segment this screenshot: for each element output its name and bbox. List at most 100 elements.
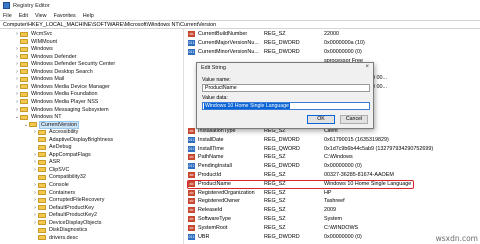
value-type: REG_SZ (264, 154, 286, 161)
menu-view[interactable]: View (35, 13, 47, 19)
folder-icon (20, 114, 28, 120)
string-value-icon: ab (188, 216, 195, 223)
value-row[interactable]: ab SystemRoot REG_SZ C:\WINDOWS (186, 224, 480, 233)
tree-item-label: Windows Defender Security Center (31, 61, 116, 68)
value-row[interactable]: 011 PendingInstall REG_DWORD 0x00000000 (0) (186, 162, 480, 171)
value-type: REG_SZ (264, 216, 286, 223)
tree-item-label: Windows Mail (31, 76, 65, 83)
folder-icon (38, 167, 46, 173)
value-data-label: Value data: (202, 95, 228, 101)
value-name: PathName (198, 154, 224, 161)
folder-icon (38, 182, 46, 188)
tree-item-label: Console (49, 182, 69, 188)
menu-edit[interactable]: Edit (19, 13, 28, 19)
tree-item-label: CorruptedFileRecovery (49, 197, 105, 204)
tree-item[interactable]: drivers.desc (32, 234, 78, 242)
value-data: 0x0000000a (10) (324, 40, 365, 47)
value-name: SystemRoot (198, 224, 228, 231)
value-name: UBR (198, 233, 210, 240)
folder-icon (38, 205, 46, 211)
tree-item-label: AeDebug (49, 144, 72, 151)
folder-icon (38, 137, 46, 143)
value-row[interactable]: ab ReleaseId REG_SZ 2009 (186, 206, 480, 215)
value-row[interactable]: 011 InstallDate REG_DWORD 0x61790015 (16353… (186, 136, 480, 145)
value-name-field[interactable]: ProductName (202, 84, 370, 92)
value-data: 0x61790015 (1635319829) (324, 136, 389, 143)
folder-icon (38, 152, 46, 158)
folder-icon (20, 76, 28, 82)
registry-app-icon (3, 2, 10, 9)
tree-item-label: DefaultProductKey (49, 204, 94, 211)
tree-item-label: DefaultProductKey2 (49, 212, 97, 219)
folder-icon (38, 144, 46, 150)
value-data-field[interactable]: Windows 10 Home Single Language (202, 102, 370, 110)
cancel-button[interactable]: Cancel (340, 115, 368, 124)
value-row[interactable]: 011 CurrentMajorVersionNu... REG_DWORD 0x00… (186, 39, 480, 48)
tree-item-label: Compatibility32 (49, 174, 86, 181)
value-name: InstallTime (198, 145, 224, 152)
string-value-icon: ab (188, 172, 195, 179)
binary-value-icon: 011 (188, 233, 195, 240)
value-data: 0x00000000 (0) (324, 233, 362, 240)
binary-value-icon: 011 (188, 48, 195, 55)
product-name-highlight-box (187, 180, 414, 189)
value-row[interactable]: ab RegisteredOwner REG_SZ Tashreef (186, 197, 480, 206)
value-type: REG_SZ (264, 224, 286, 231)
folder-icon (20, 91, 28, 97)
ok-button[interactable]: OK (307, 115, 335, 124)
value-row[interactable]: 011 CurrentMinorVersionNu... REG_DWORD 0x00… (186, 48, 480, 57)
value-row[interactable]: ab ProductId REG_SZ 00327-36285-81674-AAOEM (186, 171, 480, 180)
value-data: 0x00000000 (0) (324, 48, 362, 55)
value-type: REG_SZ (264, 172, 286, 179)
binary-value-icon: 011 (188, 136, 195, 143)
value-name: CurrentBuildNumber (198, 31, 248, 38)
value-data: System (324, 216, 342, 223)
binary-value-icon: 011 (188, 163, 195, 170)
value-row[interactable]: ab RegisteredOrganization REG_SZ HP (186, 188, 480, 197)
menu-help[interactable]: Help (83, 13, 94, 19)
value-data: HP (324, 189, 332, 196)
value-name-label: Value name: (202, 77, 231, 83)
folder-icon (20, 54, 28, 60)
menu-favorites[interactable]: Favorites (54, 13, 76, 19)
value-name: CurrentMajorVersionNu... (198, 40, 259, 47)
address-bar[interactable]: Computer\HKEY_LOCAL_MACHINE\SOFTWARE\Mic… (0, 20, 480, 29)
folder-icon (20, 107, 28, 112)
value-type: REG_SZ (264, 198, 286, 205)
binary-value-icon: 011 (188, 40, 195, 47)
folder-icon (38, 212, 46, 218)
value-row[interactable]: ab SoftwareType REG_SZ System (186, 215, 480, 224)
value-type: REG_SZ (264, 31, 286, 38)
key-tree-pane: › WcmSvc WIMMount › Windows › Windows Defender… (0, 29, 184, 244)
tree-item-label: Windows Media Foundation (31, 91, 98, 98)
value-row[interactable]: ab PathName REG_SZ C:\Windows (186, 153, 480, 162)
dialog-title: Edit String (201, 65, 226, 71)
value-data: 2009 (324, 207, 336, 214)
window-title: Registry Editor (13, 2, 50, 9)
tree-item-label: Windows Media Device Manager (31, 83, 110, 90)
tree-item-label: Windows NT (31, 114, 62, 121)
folder-icon (20, 46, 28, 52)
folder-icon (38, 235, 46, 241)
tree-item-label: AdaptiveDisplayBrightness (49, 136, 114, 143)
value-row[interactable]: ab CurrentBuildNumber REG_SZ 22000 (186, 30, 480, 39)
tree-item-label: Accessibility (49, 129, 79, 136)
tree-item-label: Windows Defender (31, 53, 77, 60)
value-row[interactable]: 011 InstallTime REG_QWORD 0x1d7c9b6b44c5ab9… (186, 144, 480, 153)
value-data: C:\WINDOWS (324, 224, 359, 231)
tree-item-label: CurrentVersion (39, 120, 79, 129)
folder-icon (38, 190, 46, 196)
value-type: REG_DWORD (264, 233, 300, 240)
close-icon[interactable]: × (365, 64, 369, 70)
menu-file[interactable]: File (3, 13, 12, 19)
tree-item-label: Windows Messaging Subsystem (31, 106, 109, 113)
value-type: REG_SZ (264, 189, 286, 196)
string-value-icon: ab (188, 31, 195, 38)
value-type: REG_SZ (264, 207, 286, 214)
string-value-icon: ab (188, 198, 195, 205)
watermark-text: wsxdn.com (435, 234, 478, 243)
menu-bar: File Edit View Favorites Help (0, 11, 480, 20)
value-data-selected-text: Windows 10 Home Single Language (204, 103, 290, 109)
value-name: SoftwareType (198, 216, 231, 223)
tree-item-label: ASR (49, 159, 61, 166)
